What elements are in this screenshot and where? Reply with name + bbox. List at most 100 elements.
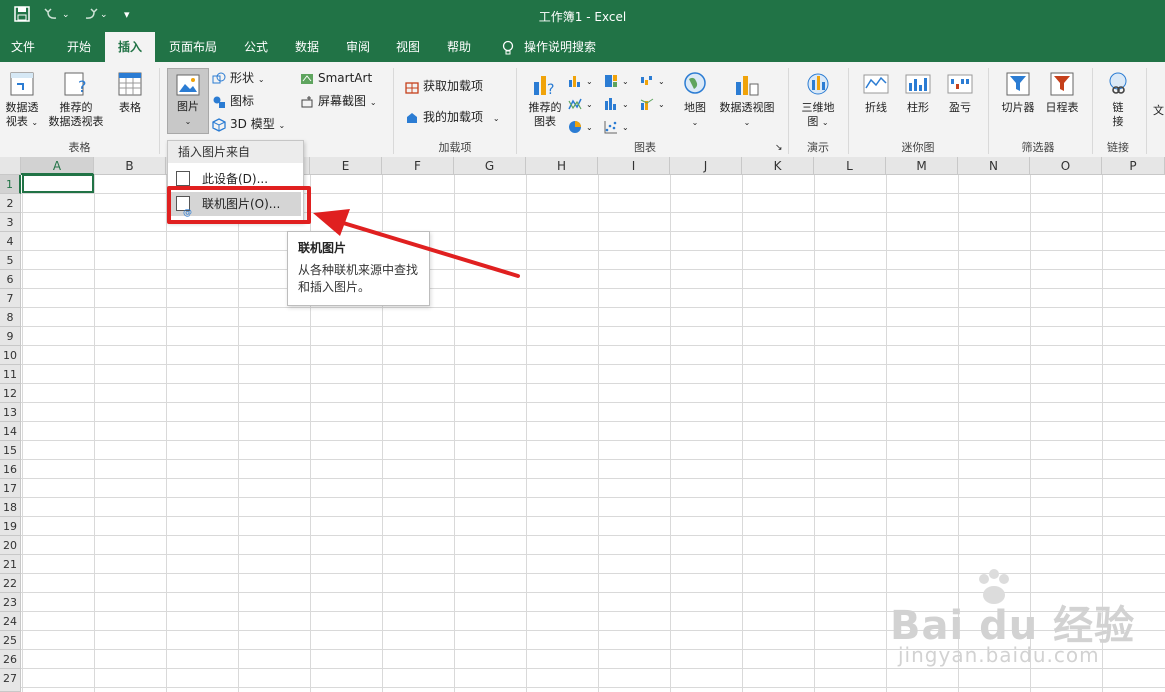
column-header[interactable]: B [94, 157, 166, 175]
baidu-jingyan-watermark: Bai du 经验 jingyan.baidu.com [890, 569, 1150, 675]
column-header[interactable]: M [886, 157, 958, 175]
line-chart-icon [568, 98, 582, 109]
chart-dialog-launcher-icon[interactable]: ↘ [775, 142, 783, 154]
combo-chart-button[interactable]: ⌄ [640, 93, 665, 113]
column-header[interactable]: H [526, 157, 598, 175]
smartart-icon [301, 73, 313, 84]
column-header[interactable]: E [310, 157, 382, 175]
tooltip-title: 联机图片 [298, 241, 347, 255]
lightbulb-icon[interactable] [498, 32, 518, 62]
tab-formulas[interactable]: 公式 [236, 32, 276, 62]
row-header[interactable]: 3 [0, 213, 21, 232]
slicer-button[interactable]: 切片器 [996, 70, 1040, 115]
sparkline-column-icon [905, 74, 931, 94]
text-button[interactable]: 文 [1152, 104, 1165, 118]
pivottable-button[interactable]: 数据透 视表 ⌄ [2, 70, 42, 130]
row-header[interactable]: 27 [0, 669, 21, 692]
map-chart-button[interactable]: 地图 ⌄ [680, 70, 710, 130]
combo-chart-icon [640, 98, 654, 110]
row-header[interactable]: 25 [0, 631, 21, 650]
column-header[interactable]: G [454, 157, 526, 175]
screenshot-button[interactable]: 屏幕截图 ⌄ [300, 91, 377, 111]
tab-view[interactable]: 视图 [388, 32, 428, 62]
row-header[interactable]: 5 [0, 251, 21, 270]
tab-file[interactable]: 文件 [0, 32, 46, 62]
row-header[interactable]: 12 [0, 384, 21, 403]
scatter-chart-button[interactable]: ⌄ [604, 116, 629, 136]
column-header[interactable]: O [1030, 157, 1102, 175]
get-addins-button[interactable]: 获取加载项 [405, 76, 483, 96]
row-header[interactable]: 21 [0, 555, 21, 574]
statistic-chart-button[interactable]: ⌄ [604, 93, 629, 113]
link-button[interactable]: 链接 [1100, 70, 1136, 129]
online-pictures-tooltip: 联机图片 从各种联机来源中查找 和插入图片。 [287, 231, 430, 306]
row-header[interactable]: 24 [0, 612, 21, 631]
column-chart-button[interactable]: ⌄ [568, 70, 593, 90]
row-header[interactable]: 8 [0, 308, 21, 327]
waterfall-chart-button[interactable]: ⌄ [640, 70, 665, 90]
row-header[interactable]: 26 [0, 650, 21, 669]
tab-help[interactable]: 帮助 [439, 32, 479, 62]
group-label-addins: 加载项 [438, 141, 472, 154]
hierarchy-chart-button[interactable]: ⌄ [604, 70, 629, 90]
sparkline-column-button[interactable]: 柱形 [900, 70, 936, 115]
active-cell-a1[interactable] [22, 174, 94, 193]
table-button[interactable]: 表格 [112, 70, 148, 115]
recommended-charts-button[interactable]: ? 推荐的 图表 [524, 70, 566, 129]
tooltip-body: 从各种联机来源中查找 和插入图片。 [298, 263, 419, 294]
tab-review[interactable]: 审阅 [338, 32, 378, 62]
3d-map-button[interactable]: 三维地图 ⌄ [796, 70, 840, 130]
timeline-button[interactable]: 日程表 [1040, 70, 1084, 115]
my-addins-icon [407, 112, 417, 123]
column-header[interactable]: F [382, 157, 454, 175]
3d-models-button[interactable]: 3D 模型 ⌄ [212, 114, 285, 134]
tell-me-search[interactable]: 操作说明搜索 [524, 32, 606, 62]
column-header[interactable]: K [742, 157, 814, 175]
column-header[interactable]: A [21, 157, 94, 175]
pictures-button[interactable]: 图片 ⌄ [167, 68, 209, 134]
recommended-pivottables-button[interactable]: ? 推荐的 数据透视表 [44, 70, 108, 129]
row-header[interactable]: 7 [0, 289, 21, 308]
row-header[interactable]: 16 [0, 460, 21, 479]
ribbon-tabs: 文件 开始 插入 页面布局 公式 数据 审阅 视图 帮助 操作说明搜索 [0, 32, 1165, 62]
row-header[interactable]: 22 [0, 574, 21, 593]
row-header[interactable]: 18 [0, 498, 21, 517]
column-header[interactable]: P [1102, 157, 1165, 175]
tab-insert[interactable]: 插入 [105, 32, 155, 62]
tab-data[interactable]: 数据 [287, 32, 327, 62]
separator [788, 68, 789, 154]
row-header[interactable]: 10 [0, 346, 21, 365]
row-header[interactable]: 23 [0, 593, 21, 612]
row-header[interactable]: 17 [0, 479, 21, 498]
row-header[interactable]: 6 [0, 270, 21, 289]
row-header[interactable]: 1 [0, 175, 21, 194]
pie-chart-button[interactable]: ⌄ [568, 116, 593, 136]
select-all-corner[interactable] [0, 157, 21, 175]
title-bar: ⌄ ⌄ ▾ 工作簿1 - Excel [0, 0, 1165, 32]
sparkline-winloss-button[interactable]: 盈亏 [942, 70, 978, 115]
column-header[interactable]: N [958, 157, 1030, 175]
row-header[interactable]: 2 [0, 194, 21, 213]
row-header[interactable]: 11 [0, 365, 21, 384]
row-header[interactable]: 4 [0, 232, 21, 251]
icons-button[interactable]: 图标 [212, 91, 254, 111]
tab-page-layout[interactable]: 页面布局 [162, 32, 224, 62]
shapes-button[interactable]: 形状 ⌄ [212, 68, 265, 88]
column-header[interactable]: L [814, 157, 886, 175]
column-header[interactable]: I [598, 157, 670, 175]
waterfall-chart-icon [641, 75, 652, 85]
smartart-button[interactable]: SmartArt [300, 68, 372, 88]
row-header[interactable]: 9 [0, 327, 21, 346]
row-header[interactable]: 14 [0, 422, 21, 441]
tab-home[interactable]: 开始 [56, 32, 102, 62]
row-header[interactable]: 13 [0, 403, 21, 422]
row-header[interactable]: 20 [0, 536, 21, 555]
row-header[interactable]: 19 [0, 517, 21, 536]
column-header[interactable]: J [670, 157, 742, 175]
row-header[interactable]: 15 [0, 441, 21, 460]
sparkline-line-button[interactable]: 折线 [858, 70, 894, 115]
my-addins-button[interactable]: 我的加载项 ⌄ [405, 107, 500, 127]
statistic-chart-icon [605, 97, 616, 110]
pivotchart-button[interactable]: 数据透视图 ⌄ [716, 70, 778, 130]
line-chart-button[interactable]: ⌄ [568, 93, 593, 113]
